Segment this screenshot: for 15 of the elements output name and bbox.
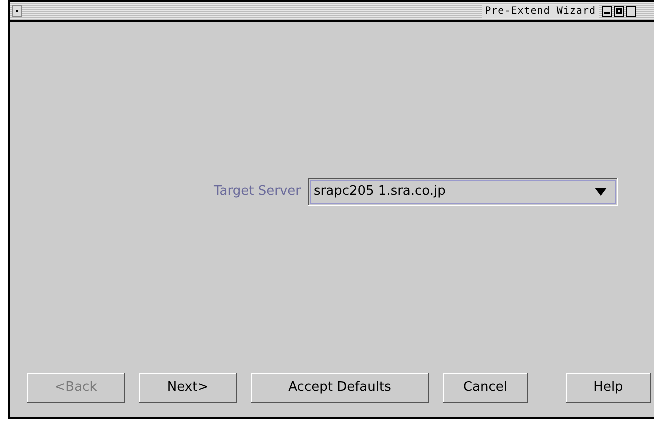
wizard-button[interactable]: Help — [566, 373, 651, 403]
target-server-label: Target Server — [214, 183, 301, 202]
minimize-button[interactable] — [602, 6, 612, 16]
minimize-icon — [604, 12, 610, 14]
wizard-button[interactable]: Accept Defaults — [251, 373, 429, 403]
maximize-button[interactable] — [614, 6, 624, 16]
target-server-dropdown[interactable]: srapc205 1.sra.co.jp — [308, 178, 618, 206]
wizard-button[interactable]: Next> — [139, 373, 237, 403]
wizard-button[interactable]: Cancel — [443, 373, 528, 403]
maximize-icon — [616, 8, 622, 14]
close-button[interactable] — [626, 6, 636, 16]
dropdown-arrow-icon — [594, 188, 607, 196]
window-title: Pre-Extend Wizard — [482, 4, 599, 18]
window-menu-button[interactable] — [12, 5, 22, 17]
target-server-value: srapc205 1.sra.co.jp — [314, 183, 447, 202]
